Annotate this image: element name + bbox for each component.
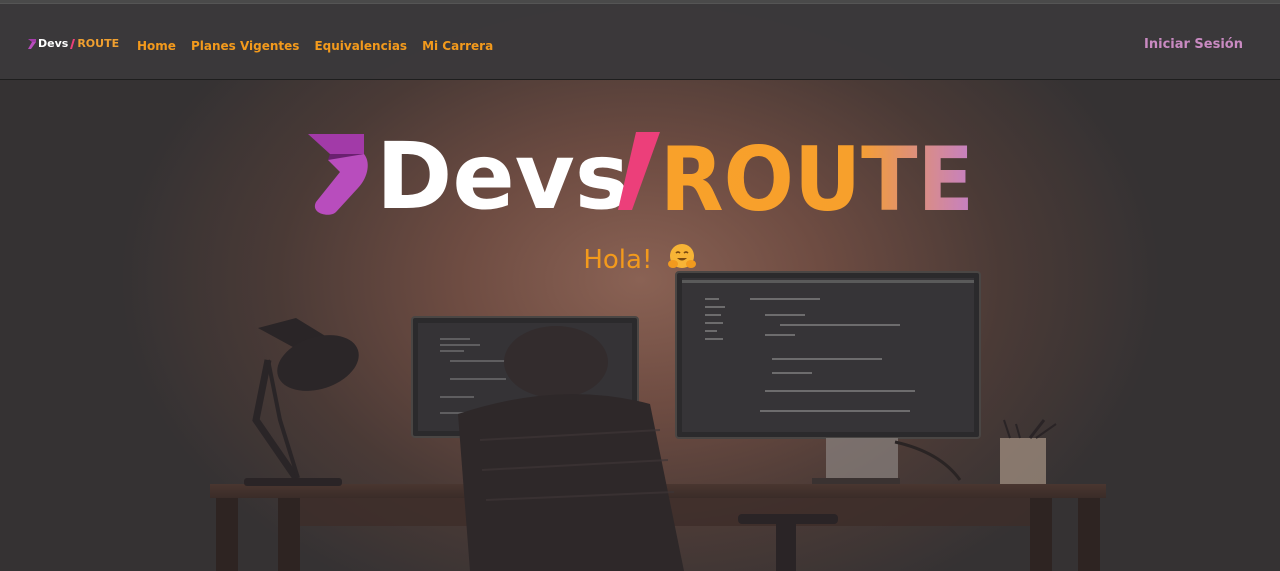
nav-link-home[interactable]: Home	[137, 39, 176, 53]
nav-link-equivalencias[interactable]: Equivalencias	[314, 39, 407, 53]
navbar-logo[interactable]: Devs ROUTE	[28, 37, 119, 50]
nav-link-planes-vigentes[interactable]: Planes Vigentes	[191, 39, 300, 53]
page: Devs ROUTE Home Planes Vigentes Equivale…	[0, 0, 1280, 571]
hero-logo-devs: Devs	[376, 128, 630, 220]
brand-slash-icon	[70, 38, 76, 49]
hero-logo: Devs ROUTE	[306, 128, 978, 220]
navbar-logo-devs: Devs	[38, 37, 69, 50]
navbar: Devs ROUTE Home Planes Vigentes Equivale…	[0, 0, 1280, 80]
brand-mark-large-icon	[308, 134, 368, 215]
hero-logo-graphic: Devs ROUTE	[308, 128, 974, 220]
hero-greeting-text: Hola!	[583, 245, 653, 275]
hugging-face-icon	[667, 244, 696, 268]
navbar-logo-route: ROUTE	[77, 37, 120, 50]
nav-links: Home Planes Vigentes Equivalencias Mi Ca…	[137, 39, 493, 53]
hero-greeting: Hola!	[0, 242, 1280, 275]
hero-logo-route: ROUTE	[660, 128, 974, 220]
nav-link-mi-carrera[interactable]: Mi Carrera	[422, 39, 493, 53]
brand-mark-icon	[28, 38, 36, 49]
workspace-background-image	[210, 271, 1106, 571]
login-link[interactable]: Iniciar Sesión	[1144, 37, 1243, 52]
